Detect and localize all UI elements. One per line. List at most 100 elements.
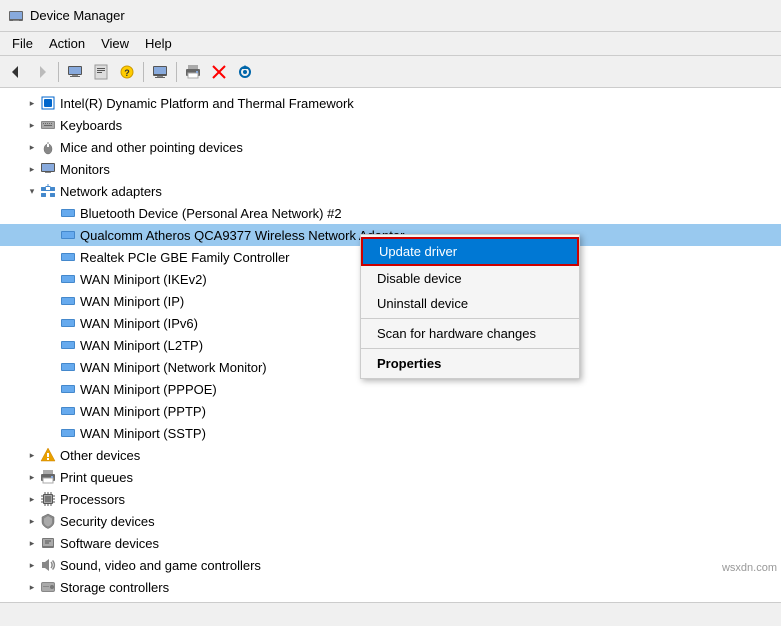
- tree-item-intel-dynamic[interactable]: Intel(R) Dynamic Platform and Thermal Fr…: [0, 92, 781, 114]
- computer-icon-btn[interactable]: [63, 60, 87, 84]
- context-menu-scan-hardware[interactable]: Scan for hardware changes: [361, 321, 579, 346]
- title-bar-icon: [8, 8, 24, 24]
- tree-item-software-devices[interactable]: Software devices: [0, 532, 781, 554]
- tree-item-other-devices[interactable]: Other devices: [0, 444, 781, 466]
- tree-item-monitors-label: Monitors: [60, 162, 110, 177]
- context-menu-sep2: [361, 348, 579, 349]
- tree-item-processors[interactable]: Processors: [0, 488, 781, 510]
- tree-item-mice-label: Mice and other pointing devices: [60, 140, 243, 155]
- menu-file[interactable]: File: [4, 34, 41, 53]
- expand-arrow-software: [24, 535, 40, 551]
- tree-item-bluetooth-label: Bluetooth Device (Personal Area Network)…: [80, 206, 342, 221]
- context-menu-update-driver[interactable]: Update driver: [361, 237, 579, 266]
- help-icon-btn[interactable]: ?: [115, 60, 139, 84]
- tree-item-sound-video-label: Sound, video and game controllers: [60, 558, 261, 573]
- tree-item-bluetooth[interactable]: Bluetooth Device (Personal Area Network)…: [0, 202, 781, 224]
- network-child-icon-bluetooth: [60, 205, 76, 221]
- status-bar: [0, 602, 781, 626]
- context-menu-uninstall-device[interactable]: Uninstall device: [361, 291, 579, 316]
- toolbar-sep2: [143, 62, 144, 82]
- expand-arrow-wan-netmon: [44, 359, 60, 375]
- expand-arrow-network: [24, 183, 40, 199]
- print-icon-btn[interactable]: [181, 60, 205, 84]
- tree-item-mice[interactable]: Mice and other pointing devices: [0, 136, 781, 158]
- svg-text:?: ?: [124, 68, 130, 78]
- expand-arrow-monitors: [24, 161, 40, 177]
- menu-help[interactable]: Help: [137, 34, 180, 53]
- back-button[interactable]: [4, 60, 28, 84]
- expand-arrow-processors: [24, 491, 40, 507]
- expand-arrow-wan-ipv6: [44, 315, 60, 331]
- tree-item-wan-pppoe[interactable]: WAN Miniport (PPPOE): [0, 378, 781, 400]
- title-bar-title: Device Manager: [30, 8, 125, 23]
- cpu-icon: [40, 95, 56, 111]
- expand-arrow-wan-ikev2: [44, 271, 60, 287]
- expand-arrow-sound: [24, 557, 40, 573]
- expand-arrow-bluetooth: [44, 205, 60, 221]
- tree-item-sound-video[interactable]: Sound, video and game controllers: [0, 554, 781, 576]
- tree-item-wan-pptp[interactable]: WAN Miniport (PPTP): [0, 400, 781, 422]
- tree-item-intel-dynamic-label: Intel(R) Dynamic Platform and Thermal Fr…: [60, 96, 354, 111]
- storage-icon: [40, 579, 56, 595]
- tree-item-print-queues[interactable]: Print queues: [0, 466, 781, 488]
- expand-arrow-wan-sstp: [44, 425, 60, 441]
- network-child-icon-wan-pppoe: [60, 381, 76, 397]
- network-child-icon-wan-pptp: [60, 403, 76, 419]
- expand-arrow-wan-pppoe: [44, 381, 60, 397]
- tree-item-security-devices-label: Security devices: [60, 514, 155, 529]
- expand-arrow-realtek: [44, 249, 60, 265]
- toolbar-sep3: [176, 62, 177, 82]
- expand-arrow-security: [24, 513, 40, 529]
- tree-item-wan-l2tp-label: WAN Miniport (L2TP): [80, 338, 203, 353]
- print-icon: [40, 469, 56, 485]
- monitor-icon-btn[interactable]: [148, 60, 172, 84]
- network-child-icon-wan-ikev2: [60, 271, 76, 287]
- tree-item-wan-netmon-label: WAN Miniport (Network Monitor): [80, 360, 267, 375]
- main-content: Intel(R) Dynamic Platform and Thermal Fr…: [0, 88, 781, 602]
- tree-item-qualcomm-label: Qualcomm Atheros QCA9377 Wireless Networ…: [80, 228, 404, 243]
- tree-item-storage-controllers-label: Storage controllers: [60, 580, 169, 595]
- tree-item-realtek-label: Realtek PCIe GBE Family Controller: [80, 250, 290, 265]
- expand-arrow-wan-ip: [44, 293, 60, 309]
- menu-bar: File Action View Help: [0, 32, 781, 56]
- context-menu-sep1: [361, 318, 579, 319]
- software-icon: [40, 535, 56, 551]
- refresh-icon-btn[interactable]: [233, 60, 257, 84]
- tree-item-network-adapters[interactable]: Network adapters: [0, 180, 781, 202]
- network-child-icon-wan-netmon: [60, 359, 76, 375]
- network-child-icon-wan-l2tp: [60, 337, 76, 353]
- network-child-icon-realtek: [60, 249, 76, 265]
- tree-item-keyboards[interactable]: Keyboards: [0, 114, 781, 136]
- tree-item-processors-label: Processors: [60, 492, 125, 507]
- menu-view[interactable]: View: [93, 34, 137, 53]
- tree-item-monitors[interactable]: Monitors: [0, 158, 781, 180]
- sound-icon: [40, 557, 56, 573]
- menu-action[interactable]: Action: [41, 34, 93, 53]
- expand-arrow-keyboards: [24, 117, 40, 133]
- tree-item-wan-sstp[interactable]: WAN Miniport (SSTP): [0, 422, 781, 444]
- tree-item-keyboards-label: Keyboards: [60, 118, 122, 133]
- toolbar-sep1: [58, 62, 59, 82]
- forward-button[interactable]: [30, 60, 54, 84]
- security-icon: [40, 513, 56, 529]
- expand-arrow-other: [24, 447, 40, 463]
- tree-item-wan-pptp-label: WAN Miniport (PPTP): [80, 404, 206, 419]
- tree-item-wan-ip-label: WAN Miniport (IP): [80, 294, 184, 309]
- properties-icon-btn[interactable]: [89, 60, 113, 84]
- watermark: wsxdn.com: [722, 562, 777, 574]
- tree-item-network-adapters-label: Network adapters: [60, 184, 162, 199]
- mouse-icon: [40, 139, 56, 155]
- tree-item-software-devices-label: Software devices: [60, 536, 159, 551]
- expand-arrow-wan-pptp: [44, 403, 60, 419]
- delete-icon-btn[interactable]: [207, 60, 231, 84]
- tree-item-wan-ikev2-label: WAN Miniport (IKEv2): [80, 272, 207, 287]
- tree-item-storage-controllers[interactable]: Storage controllers: [0, 576, 781, 598]
- context-menu-disable-device[interactable]: Disable device: [361, 266, 579, 291]
- title-bar: Device Manager: [0, 0, 781, 32]
- context-menu-properties[interactable]: Properties: [361, 351, 579, 376]
- tree-item-security-devices[interactable]: Security devices: [0, 510, 781, 532]
- expand-arrow-qualcomm: [44, 227, 60, 243]
- cpu2-icon: [40, 491, 56, 507]
- network-child-icon-wan-sstp: [60, 425, 76, 441]
- warn-icon: [40, 447, 56, 463]
